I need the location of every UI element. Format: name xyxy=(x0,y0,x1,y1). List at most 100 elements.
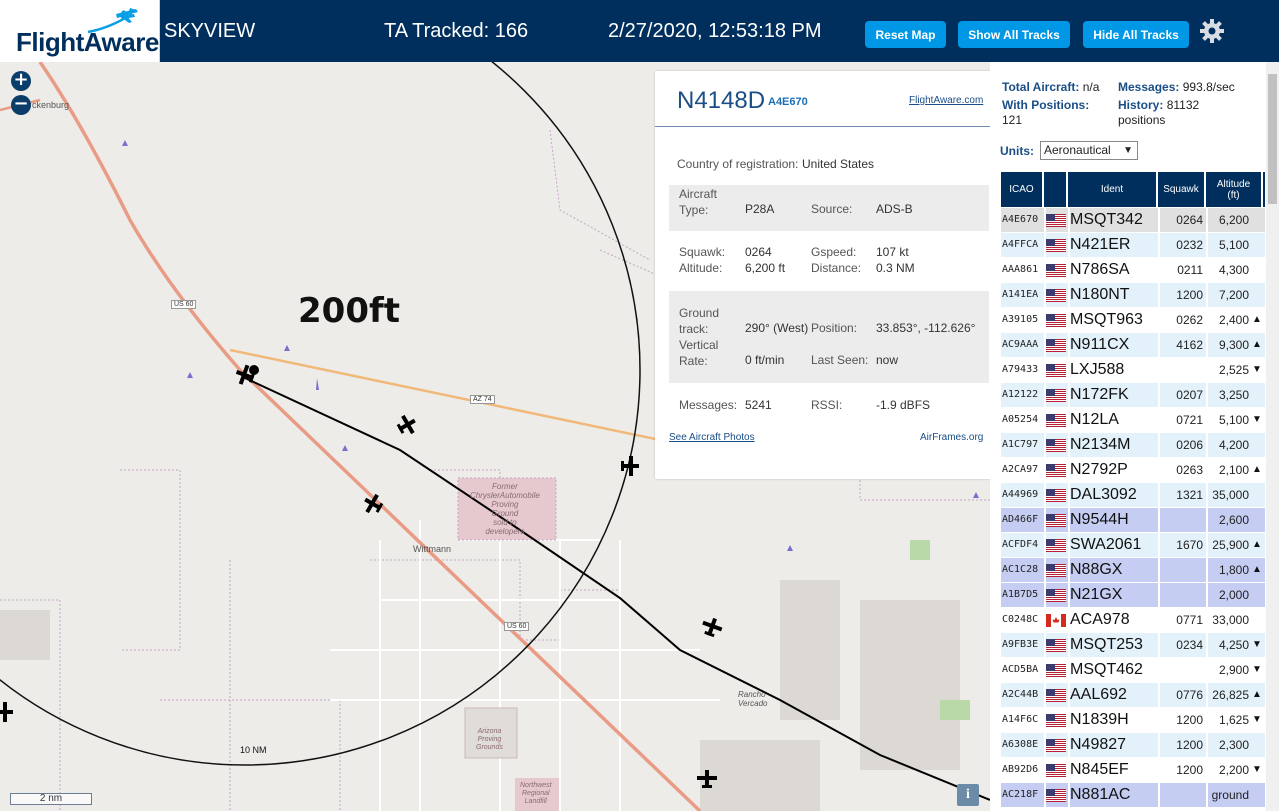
flightaware-link[interactable]: FlightAware.com xyxy=(909,95,983,106)
table-row[interactable]: A14F6C N1839H 1200 1,625 ▼ xyxy=(1001,708,1265,733)
column-separator xyxy=(1068,708,1070,732)
table-row[interactable]: AC218F N881AC ground xyxy=(1001,783,1265,808)
altitude-cell: 4,200 xyxy=(1218,438,1249,452)
column-separator xyxy=(1044,558,1046,582)
altitude-trend-icon: ▲ xyxy=(1252,314,1262,325)
column-squawk[interactable]: Squawk xyxy=(1158,172,1206,207)
ident-cell: N2792P xyxy=(1070,461,1128,478)
table-row[interactable]: A79433 LXJ588 2,525 ▼ xyxy=(1001,358,1265,383)
column-separator xyxy=(1206,308,1208,332)
table-row[interactable]: A1B7D5 N21GX 2,000 xyxy=(1001,583,1265,608)
units-label: Units: xyxy=(1000,144,1034,158)
column-separator xyxy=(1206,633,1208,657)
altitude-cell: 2,100 xyxy=(1218,463,1249,477)
column-separator xyxy=(1068,233,1070,257)
altitude-trend-icon: ▲ xyxy=(1252,464,1262,475)
table-row[interactable]: A9FB3E MSQT253 0234 4,250 ▼ xyxy=(1001,633,1265,658)
column-separator xyxy=(1206,433,1208,457)
ident-cell: MSQT462 xyxy=(1070,661,1143,678)
table-row[interactable]: A2CA97 N2792P 0263 2,100 ▲ xyxy=(1001,458,1265,483)
column-separator xyxy=(1206,333,1208,357)
units-select[interactable]: Aeronautical ▼ xyxy=(1040,141,1138,160)
selected-aircraft-popup: N4148D A4E670 FlightAware.com Country of… xyxy=(655,71,990,479)
gear-icon[interactable] xyxy=(1198,17,1226,45)
column-separator xyxy=(1206,558,1208,582)
table-row[interactable]: C0248C ACA978 0771 33,000 xyxy=(1001,608,1265,633)
map-info-button[interactable]: i xyxy=(957,784,979,806)
table-row[interactable]: A05254 N12LA 0721 5,100 ▼ xyxy=(1001,408,1265,433)
altitude-trend-icon: ▲ xyxy=(1252,339,1262,350)
table-row[interactable]: A2C44B AAL692 0776 26,825 ▲ xyxy=(1001,683,1265,708)
squawk-label: Squawk: xyxy=(679,245,726,259)
squawk-cell: 1200 xyxy=(1176,288,1203,302)
table-row[interactable]: A44969 DAL3092 1321 35,000 xyxy=(1001,483,1265,508)
aircraft-photos-link[interactable]: See Aircraft Photos xyxy=(669,432,755,443)
reset-map-button[interactable]: Reset Map xyxy=(865,21,946,48)
table-row[interactable]: ACD5BA MSQT462 2,900 ▼ xyxy=(1001,658,1265,683)
column-separator xyxy=(1158,583,1160,607)
column-separator xyxy=(1068,583,1070,607)
zoom-in-button[interactable]: + xyxy=(11,71,31,91)
ident-cell: N9544H xyxy=(1070,511,1129,528)
zoom-out-button[interactable]: − xyxy=(11,95,31,115)
airframes-link[interactable]: AirFrames.org xyxy=(920,432,983,443)
table-row[interactable]: A4E670 MSQT342 0264 6,200 xyxy=(1001,208,1265,233)
table-row[interactable]: A12122 N172FK 0207 3,250 xyxy=(1001,383,1265,408)
us-flag-icon xyxy=(1046,564,1066,577)
us-flag-icon xyxy=(1046,264,1066,277)
altitude-cell: 33,000 xyxy=(1212,613,1249,627)
source-label: Source: xyxy=(811,202,853,216)
column-separator xyxy=(1068,208,1070,232)
column-ident[interactable]: Ident xyxy=(1068,172,1158,207)
table-row[interactable]: AD466F N9544H 2,600 xyxy=(1001,508,1265,533)
squawk-value: 0264 xyxy=(745,245,772,259)
squawk-cell: 0776 xyxy=(1176,688,1203,702)
table-row[interactable]: AC9AAA N911CX 4162 9,300 ▲ xyxy=(1001,333,1265,358)
column-separator xyxy=(1158,533,1160,557)
altitude-cell: 3,250 xyxy=(1218,388,1249,402)
column-separator xyxy=(1044,358,1046,382)
table-row[interactable]: AB92D6 N845EF 1200 2,200 ▼ xyxy=(1001,758,1265,783)
table-row[interactable]: AAA861 N786SA 0211 4,300 xyxy=(1001,258,1265,283)
icao-cell: AC1C28 xyxy=(1002,564,1039,575)
column-separator xyxy=(1206,733,1208,757)
icao-cell: A9FB3E xyxy=(1002,639,1039,650)
altitude-trend-icon xyxy=(1251,483,1263,507)
icao-cell: ACFDF4 xyxy=(1002,539,1039,550)
column-separator xyxy=(1206,283,1208,307)
altitude-trend-icon xyxy=(1251,433,1263,457)
column-separator xyxy=(1206,608,1208,632)
with-positions-label: With Positions: xyxy=(1002,98,1090,112)
scrollbar-thumb[interactable] xyxy=(1268,74,1277,204)
table-row[interactable]: A6308E N49827 1200 2,300 xyxy=(1001,733,1265,758)
place-label: Wittmann xyxy=(413,544,452,554)
distance-label: Distance: xyxy=(811,261,862,275)
column-icao[interactable]: ICAO xyxy=(1001,172,1044,207)
column-separator xyxy=(1044,733,1046,757)
table-row[interactable]: AC1C28 N88GX 1,800 ▲ xyxy=(1001,558,1265,583)
popup-icao-hex[interactable]: A4E670 xyxy=(768,96,808,108)
total-aircraft-stat: Total Aircraft: n/a xyxy=(1002,80,1100,94)
icao-cell: A6308E xyxy=(1002,739,1039,750)
column-flag[interactable] xyxy=(1044,172,1068,207)
show-all-tracks-button[interactable]: Show All Tracks xyxy=(958,21,1070,48)
column-separator xyxy=(1044,658,1046,682)
icao-cell: A2CA97 xyxy=(1002,464,1039,475)
tracked-count: TA Tracked: 166 xyxy=(384,20,529,42)
us-flag-icon xyxy=(1046,314,1066,327)
column-separator xyxy=(1158,283,1160,307)
country-value: United States xyxy=(802,157,875,171)
table-row[interactable]: ACFDF4 SWA2061 1670 25,900 ▲ xyxy=(1001,533,1265,558)
column-separator xyxy=(1158,458,1160,482)
scrollbar[interactable] xyxy=(1266,62,1279,811)
table-row[interactable]: A4FFCA N421ER 0232 5,100 xyxy=(1001,233,1265,258)
column-altitude[interactable]: Altitude (ft) xyxy=(1206,172,1263,207)
table-row[interactable]: A39105 MSQT963 0262 2,400 ▲ xyxy=(1001,308,1265,333)
range-ring-label: 10 NM xyxy=(240,745,267,755)
table-row[interactable]: A1C797 N2134M 0206 4,200 xyxy=(1001,433,1265,458)
table-row[interactable]: A141EA N180NT 1200 7,200 xyxy=(1001,283,1265,308)
flightaware-logo[interactable]: FlightAware xyxy=(0,0,160,62)
hide-all-tracks-button[interactable]: Hide All Tracks xyxy=(1083,21,1189,48)
squawk-cell xyxy=(1159,583,1203,607)
vertical-rate-value: 0 ft/min xyxy=(745,353,785,367)
